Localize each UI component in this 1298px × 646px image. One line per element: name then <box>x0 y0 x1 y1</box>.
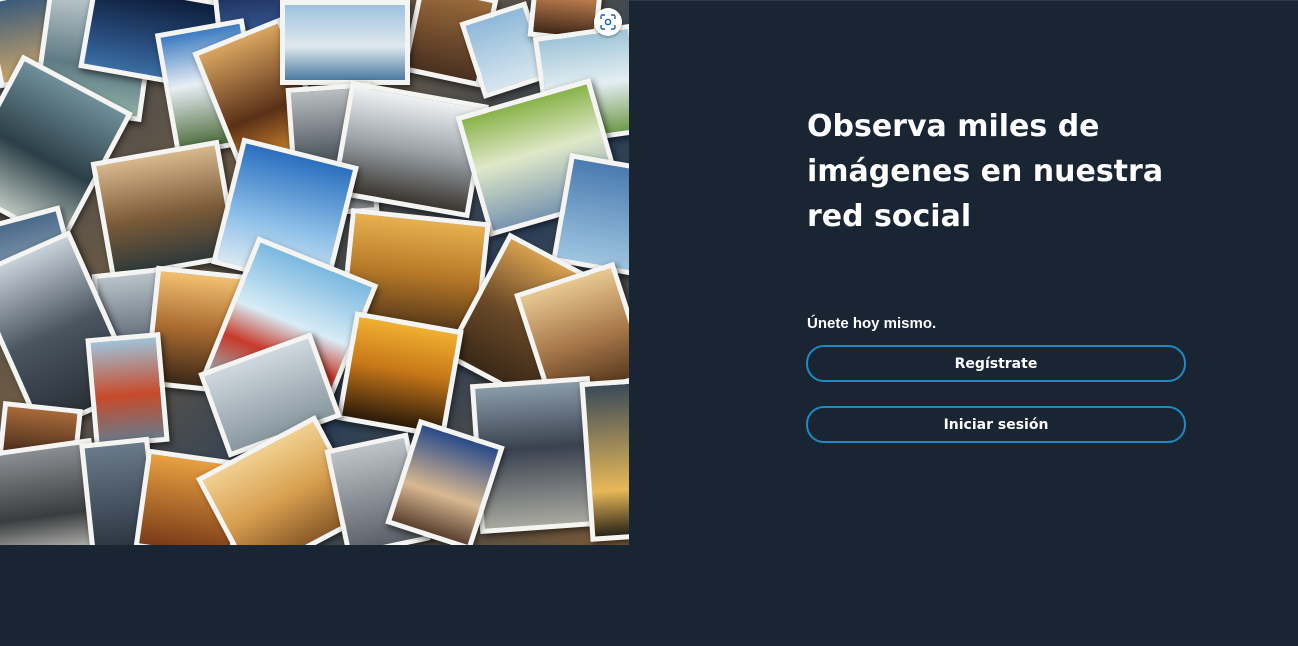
collage-photo <box>85 331 170 449</box>
visual-search-icon <box>600 14 616 30</box>
page: Observa miles de imágenes en nuestra red… <box>0 0 1298 646</box>
login-button[interactable]: Iniciar sesión <box>806 406 1186 443</box>
hero-headline: Observa miles de imágenes en nuestra red… <box>807 109 1164 234</box>
register-button[interactable]: Regístrate <box>806 345 1186 382</box>
collage-photo <box>280 0 410 85</box>
photo-collage-image <box>0 0 629 545</box>
collage-photo <box>336 311 464 439</box>
join-now-text: Únete hoy mismo. <box>807 315 937 332</box>
visual-search-button[interactable] <box>594 8 622 36</box>
